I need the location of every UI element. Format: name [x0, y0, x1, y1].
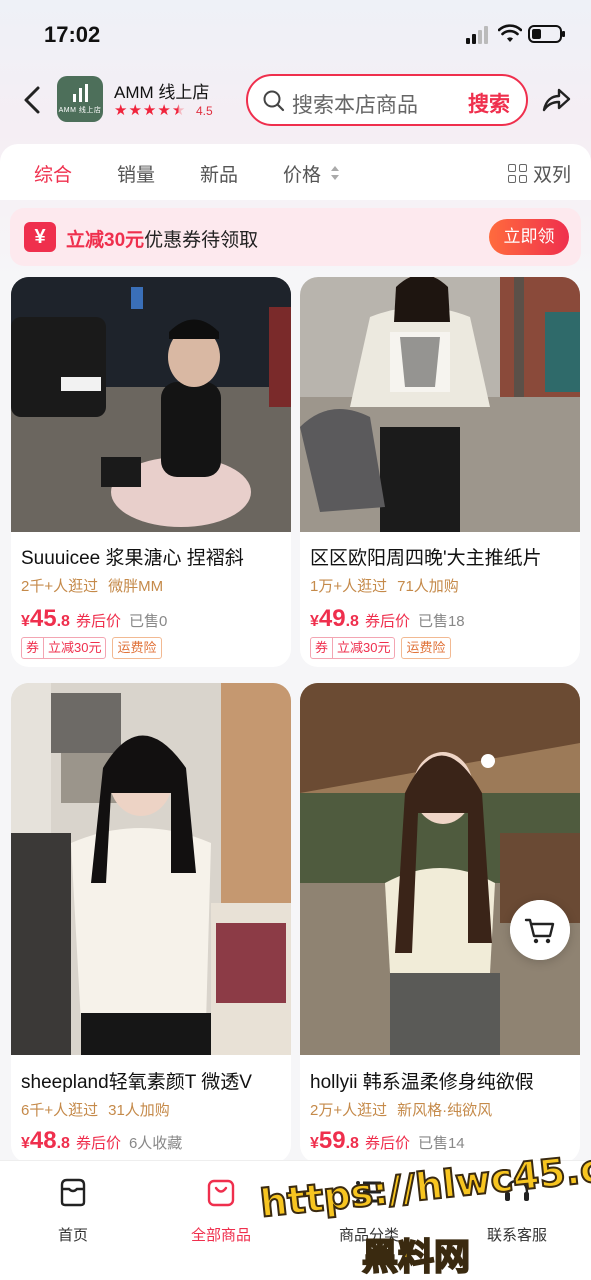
product-image[interactable] [11, 277, 291, 532]
grid-view-icon [508, 164, 527, 183]
product-meta: 6千+人逛过 31人加购 [21, 1099, 170, 1120]
product-note: 微胖MM [108, 578, 164, 595]
wifi-icon [498, 24, 522, 42]
search-icon [263, 90, 285, 112]
sort-arrows-icon [331, 166, 339, 180]
coupon-banner[interactable]: ¥ 立减30元优惠券待领取 立即领 [10, 208, 581, 266]
product-tags: 券立减30元 运费险 [21, 637, 162, 659]
product-title[interactable]: 区区欧阳周四晚'大主推纸片 [310, 543, 574, 570]
price-row: ¥59.8 券后价 已售14 [310, 1127, 465, 1155]
price-row: ¥45.8 券后价 已售0 [21, 605, 167, 633]
after-coupon-label: 券后价 [364, 613, 410, 630]
after-coupon-label: 券后价 [75, 613, 121, 630]
tab-comprehensive[interactable]: 综合 [34, 160, 72, 187]
product-views: 2万+人逛过 [310, 1102, 388, 1119]
product-price: ¥45.8 [21, 605, 70, 632]
product-views: 1万+人逛过 [310, 578, 388, 595]
tab-sales[interactable]: 销量 [117, 160, 155, 187]
nav-home[interactable]: 首页 [18, 1175, 128, 1245]
cellular-signal-icon [466, 26, 492, 44]
after-coupon-label: 券后价 [364, 1135, 410, 1152]
product-title[interactable]: Suuuicee 浆果溏心 捏褶斜 [21, 543, 285, 570]
star-icon: ★ [142, 102, 157, 119]
price-row: ¥49.8 券后价 已售18 [310, 605, 465, 633]
logo-mark-icon [72, 83, 88, 102]
store-logo[interactable]: AMM 线上店 [57, 76, 103, 122]
product-title[interactable]: hollyii 韩系温柔修身纯欲假 [310, 1067, 574, 1094]
product-meta: 2万+人逛过 新风格·纯欲风 [310, 1099, 492, 1120]
search-button[interactable]: 搜索 [468, 88, 510, 118]
product-meta: 2千+人逛过 微胖MM [21, 575, 163, 596]
bag-icon [207, 1179, 235, 1207]
tab-price[interactable]: 价格 [283, 160, 321, 187]
coupon-text: 立减30元优惠券待领取 [66, 225, 258, 252]
share-icon[interactable] [540, 84, 572, 116]
shipping-insurance-tag: 运费险 [112, 637, 162, 659]
after-coupon-label: 券后价 [75, 1135, 121, 1152]
sort-bar: 综合 销量 新品 价格 [0, 144, 591, 200]
star-icon: ★ [157, 102, 171, 119]
product-meta: 1万+人逛过 71人加购 [310, 575, 459, 596]
coupon-tag: 券立减30元 [310, 637, 396, 659]
product-card[interactable]: sheepland轻氧素颜T 微透V 6千+人逛过 31人加购 ¥48.8 券后价… [11, 683, 291, 1163]
search-input[interactable]: 搜索本店商品 [292, 89, 418, 119]
product-image[interactable] [300, 683, 580, 1055]
watermark: https://hlwc45.com 黑料网 [257, 1138, 591, 1279]
layout-toggle-label: 双列 [533, 165, 572, 186]
store-name[interactable]: AMM 线上店 [114, 78, 209, 103]
product-price: ¥59.8 [310, 1127, 359, 1154]
shipping-insurance-tag: 运费险 [401, 637, 451, 659]
claim-coupon-button[interactable]: 立即领 [489, 219, 569, 255]
tab-new[interactable]: 新品 [200, 160, 238, 187]
product-image[interactable] [11, 683, 291, 1055]
battery-icon [528, 25, 565, 43]
logo-text: AMM 线上店 [58, 106, 102, 114]
product-tags: 券立减30元 运费险 [310, 637, 451, 659]
watermark-text: 黑料网 [361, 1236, 471, 1279]
product-note: 新风格·纯欲风 [397, 1102, 493, 1119]
rating-stars: ★ ★ ★ ★ ★ [114, 103, 185, 119]
product-card[interactable]: 区区欧阳周四晚'大主推纸片 1万+人逛过 71人加购 ¥49.8 券后价 已售18… [300, 277, 580, 667]
coupon-desc: 优惠券待领取 [144, 230, 259, 251]
yuan-icon: ¥ [24, 222, 56, 252]
product-price: ¥48.8 [21, 1127, 70, 1154]
star-icon: ★ [114, 102, 128, 119]
back-arrow-icon[interactable] [18, 84, 48, 116]
floating-cart-button[interactable] [510, 900, 570, 960]
coupon-tag: 券立减30元 [21, 637, 107, 659]
product-note: 71人加购 [397, 578, 459, 595]
product-views: 2千+人逛过 [21, 578, 99, 595]
product-card[interactable]: Suuuicee 浆果溏心 捏褶斜 2千+人逛过 微胖MM ¥45.8 券后价 已… [11, 277, 291, 667]
home-icon [60, 1178, 86, 1207]
price-row: ¥48.8 券后价 6人收藏 [21, 1127, 182, 1155]
product-price: ¥49.8 [310, 605, 359, 632]
product-image[interactable] [300, 277, 580, 532]
sold-count: 已售14 [417, 1135, 465, 1152]
product-note: 31人加购 [108, 1102, 170, 1119]
coupon-highlight: 立减30元 [66, 230, 145, 251]
product-views: 6千+人逛过 [21, 1102, 99, 1119]
half-star-icon: ★ [171, 102, 186, 119]
status-time: 17:02 [44, 22, 101, 47]
product-title[interactable]: sheepland轻氧素颜T 微透V [21, 1067, 285, 1094]
store-search-box[interactable]: 搜索本店商品 搜索 [246, 74, 528, 126]
favorite-count: 6人收藏 [128, 1135, 183, 1152]
sold-count: 已售0 [128, 613, 168, 630]
status-bar: 17:02 [0, 0, 591, 70]
store-rating: 4.5 [196, 104, 213, 118]
sold-count: 已售18 [417, 613, 465, 630]
star-icon: ★ [128, 102, 142, 119]
layout-toggle[interactable]: 双列 [508, 160, 571, 187]
nav-home-label: 首页 [57, 1227, 88, 1244]
